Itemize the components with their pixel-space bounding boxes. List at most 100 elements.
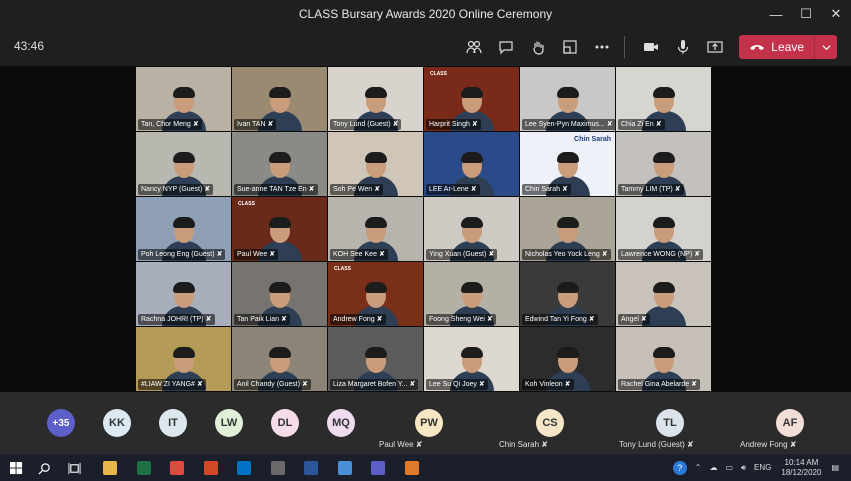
participant-avatar[interactable]: KK (103, 409, 131, 437)
mic-muted-icon: ✘ (204, 186, 211, 193)
start-button[interactable] (6, 458, 26, 478)
participant-video-tile[interactable]: Tan Paik Lian ✘ (232, 262, 327, 326)
participants-button[interactable] (460, 32, 488, 62)
word-icon[interactable] (301, 458, 321, 478)
file-explorer-icon[interactable] (100, 458, 120, 478)
excel-icon[interactable] (134, 458, 154, 478)
participant-video-tile[interactable]: Ivan TAN ✘ (232, 67, 327, 131)
participant-video-tile[interactable]: Rachna JOHRI (TP) ✘ (136, 262, 231, 326)
mic-muted-icon: ✘ (694, 251, 701, 258)
search-icon (38, 462, 50, 474)
mic-muted-icon: ✘ (562, 186, 568, 193)
language-indicator[interactable]: ENG (754, 463, 771, 472)
participant-video-tile[interactable]: Rachel Gina Abelarde ✘ (616, 327, 711, 391)
participant-video-tile[interactable]: Anil Chandy (Guest) ✘ (232, 327, 327, 391)
participant-video-tile[interactable]: Chia Zi En ✘ (616, 67, 711, 131)
speaker-name-text: Tony Lund (Guest) (619, 440, 685, 449)
participant-avatar[interactable]: LW (215, 409, 243, 437)
speaker-avatar[interactable]: CS (536, 409, 564, 437)
participant-video-tile[interactable]: Tammy LIM (TP) ✘ (616, 132, 711, 196)
participant-video-tile[interactable]: Nancy NYP (Guest) ✘ (136, 132, 231, 196)
participant-name: Harprit Singh (429, 121, 470, 128)
mic-button[interactable] (669, 32, 697, 62)
participant-video-tile[interactable]: Lawrence WONG (NP) ✘ (616, 197, 711, 261)
more-participants-badge[interactable]: +35 (47, 409, 75, 437)
leave-button[interactable]: Leave (739, 35, 814, 59)
participant-name: LEE Ar-Lene (429, 186, 469, 193)
app-glyph (136, 461, 151, 475)
show-hidden-icons-chevron-icon[interactable]: ⌃ (695, 463, 702, 472)
media-player-icon[interactable] (402, 458, 422, 478)
leave-dropdown-button[interactable] (814, 35, 837, 59)
participant-video-tile[interactable]: KOH See Kee ✘ (328, 197, 423, 261)
participant-name-label: #LIAW ZI YANG# ✘ (138, 379, 206, 390)
participant-video-tile[interactable]: Sue-anne TAN Tze En ✘ (232, 132, 327, 196)
participant-video-tile[interactable]: Nicholas Yeo Yock Leng ✘ (520, 197, 615, 261)
participant-video-tile[interactable]: Lee Syen-Pyn Maximus... ✘ (520, 67, 615, 131)
participant-video-tile[interactable]: Poh Leong Eng (Guest) ✘ (136, 197, 231, 261)
speaker-avatar[interactable]: TL (656, 409, 684, 437)
participant-video-tile[interactable]: Angel ✘ (616, 262, 711, 326)
task-view-button[interactable] (64, 458, 84, 478)
cloud-icon[interactable]: ☁ (709, 463, 717, 472)
clock[interactable]: 10:14 AM 18/12/2020 (781, 458, 821, 478)
remote-desktop-icon[interactable] (335, 458, 355, 478)
close-button[interactable]: ✕ (821, 0, 851, 28)
more-actions-button[interactable] (588, 32, 616, 62)
participant-video-tile[interactable]: Lee Su Qi Joey ✘ (424, 327, 519, 391)
camera-button[interactable] (637, 32, 665, 62)
store-icon[interactable] (268, 458, 288, 478)
participants-icon (466, 40, 482, 54)
participant-video-tile[interactable]: Koh Vinleon ✘ (520, 327, 615, 391)
mic-muted-icon: ✘ (564, 381, 571, 388)
participant-name-label: Chia Zi En ✘ (618, 119, 665, 130)
participant-name-label: Ivan TAN ✘ (234, 119, 277, 130)
participant-video-tile[interactable]: Tony Lund (Guest) ✘ (328, 67, 423, 131)
participant-name-label: Harprit Singh ✘ (426, 119, 481, 130)
minimize-button[interactable]: — (761, 0, 791, 28)
slide-logo-text: CLASS (334, 266, 351, 272)
chat-button[interactable] (492, 32, 520, 62)
speaker-avatar[interactable]: PW (415, 409, 443, 437)
battery-icon[interactable]: ▭ (725, 463, 733, 472)
leave-control: Leave (739, 35, 837, 59)
participant-avatar[interactable]: DL (271, 409, 299, 437)
participant-avatar[interactable]: MQ (327, 409, 355, 437)
windows-taskbar: ? ⌃ ☁ ▭ 🔊︎ ENG 10:14 AM 18/12/2020 ▤ (0, 454, 851, 481)
participant-video-tile[interactable]: #LIAW ZI YANG# ✘ (136, 327, 231, 391)
maximize-button[interactable]: ☐ (791, 0, 821, 28)
help-icon[interactable]: ? (672, 460, 687, 475)
participant-video-tile[interactable]: Soh Pe Wen ✘ (328, 132, 423, 196)
volume-icon[interactable]: 🔊︎ (741, 463, 746, 473)
rooms-button[interactable] (556, 32, 584, 62)
speaker-name-text: Chin Sarah (499, 440, 540, 449)
participant-video-tile[interactable]: CLASS Paul Wee ✘ (232, 197, 327, 261)
participant-video-tile[interactable]: CLASS Harprit Singh ✘ (424, 67, 519, 131)
mic-muted-icon: ✘ (196, 381, 203, 388)
participant-name-label: Lee Su Qi Joey ✘ (426, 379, 488, 390)
participant-name-label: Nancy NYP (Guest) ✘ (138, 184, 214, 195)
participant-video-tile[interactable]: CLASS Andrew Fong ✘ (328, 262, 423, 326)
search-button[interactable] (34, 458, 54, 478)
mic-muted-icon: ✘ (376, 316, 383, 323)
participant-video-tile[interactable]: Tan, Chor Meng ✘ (136, 67, 231, 131)
participant-video-tile[interactable]: Foong Sheng Wei ✘ (424, 262, 519, 326)
mic-muted-icon: ✘ (409, 381, 416, 388)
participant-video-tile[interactable]: Ying Xuan (Guest) ✘ (424, 197, 519, 261)
speaker-avatar[interactable]: AF (776, 409, 804, 437)
chrome-icon[interactable] (167, 458, 187, 478)
meeting-controls: Leave (456, 32, 837, 62)
participant-video-tile[interactable]: LEE Ar-Lene ✘ (424, 132, 519, 196)
powerpoint-icon[interactable] (201, 458, 221, 478)
participant-video-tile[interactable]: Liza Margaret Bofen Y... ✘ (328, 327, 423, 391)
participant-avatar[interactable]: IT (159, 409, 187, 437)
participant-video-tile[interactable]: Chin Sarah Chin Sarah ✘ (520, 132, 615, 196)
teams-icon[interactable] (368, 458, 388, 478)
mic-muted-icon: ✘ (269, 251, 276, 258)
participant-video-tile[interactable]: Edwind Tan Yi Fong ✘ (520, 262, 615, 326)
outlook-icon[interactable] (234, 458, 254, 478)
raise-hand-button[interactable] (524, 32, 552, 62)
share-button[interactable] (701, 32, 729, 62)
hang-up-icon (750, 45, 765, 50)
notifications-icon[interactable]: ▤ (831, 463, 839, 472)
